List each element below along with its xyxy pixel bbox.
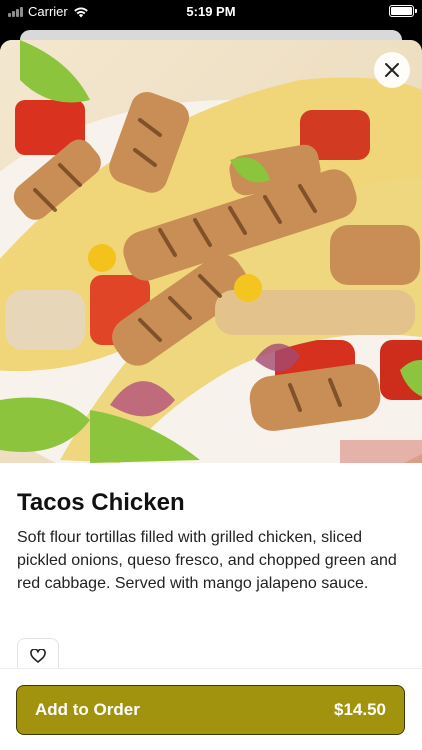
status-time: 5:19 PM <box>186 4 236 19</box>
bottom-action-bar: Add to Order $14.50 <box>0 668 422 750</box>
close-icon <box>385 63 399 77</box>
heart-icon <box>30 648 46 663</box>
item-info: Tacos Chicken Soft flour tortillas fille… <box>17 486 407 595</box>
favorite-button[interactable] <box>17 638 59 672</box>
item-detail-sheet: Tacos Chicken Soft flour tortillas fille… <box>0 40 422 750</box>
add-to-order-button[interactable]: Add to Order $14.50 <box>16 685 405 735</box>
close-button[interactable] <box>374 52 410 88</box>
add-to-order-label: Add to Order <box>35 700 140 719</box>
status-bar: Carrier 5:19 PM <box>0 0 422 22</box>
order-price: $14.50 <box>334 700 386 719</box>
item-description: Soft flour tortillas filled with grilled… <box>17 529 397 592</box>
item-title: Tacos Chicken <box>17 489 185 516</box>
battery-icon <box>389 5 417 17</box>
food-image <box>0 40 422 463</box>
